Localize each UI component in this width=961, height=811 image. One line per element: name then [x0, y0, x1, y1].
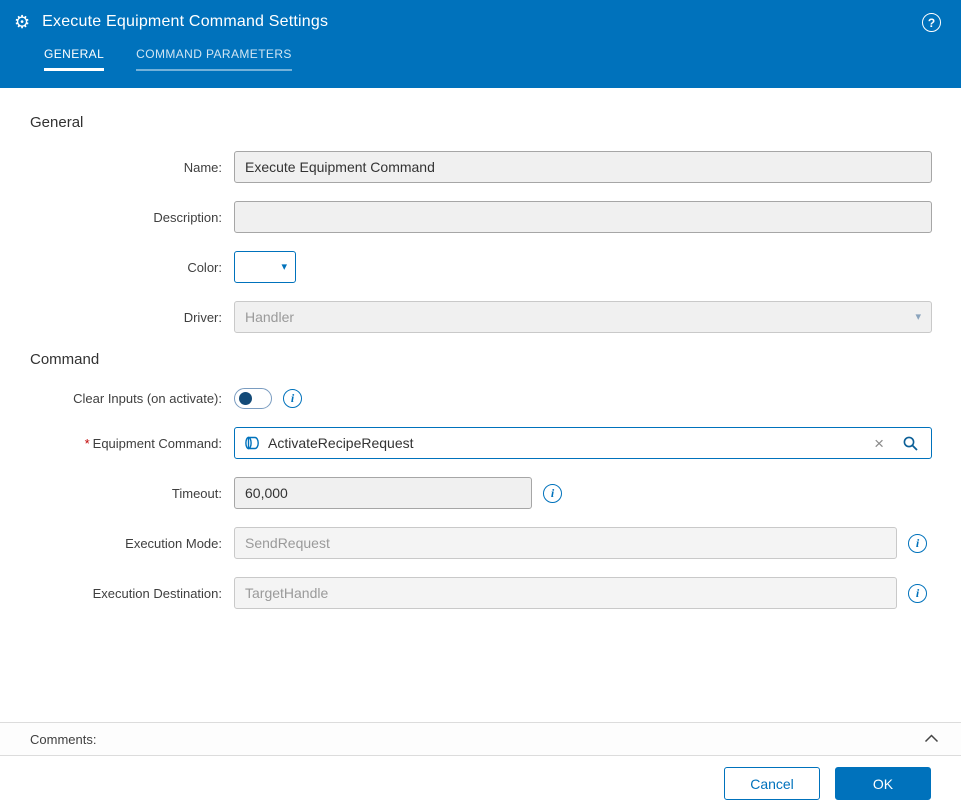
execution-mode-row: Execution Mode: i: [30, 527, 961, 559]
section-heading-general: General: [30, 114, 961, 131]
help-glyph: ?: [928, 16, 935, 30]
info-icon[interactable]: i: [543, 484, 562, 503]
clear-inputs-toggle[interactable]: [234, 388, 272, 409]
clear-icon[interactable]: ×: [864, 435, 894, 452]
comments-label: Comments:: [30, 732, 924, 747]
equipment-command-field[interactable]: ActivateRecipeRequest ×: [234, 427, 932, 459]
driver-row: Driver: Handler ▾: [30, 301, 961, 333]
timeout-input[interactable]: [234, 477, 532, 509]
description-label: Description:: [30, 210, 222, 225]
ok-button[interactable]: OK: [835, 767, 931, 800]
dialog-body: General Name: Description: Color: ▾ Driv…: [0, 88, 961, 609]
info-icon[interactable]: i: [908, 584, 927, 603]
info-icon[interactable]: i: [908, 534, 927, 553]
tab-general[interactable]: GENERAL: [44, 47, 104, 71]
timeout-label: Timeout:: [30, 486, 222, 501]
info-icon[interactable]: i: [283, 389, 302, 408]
comments-bar[interactable]: Comments:: [0, 722, 961, 756]
equipment-command-label: *Equipment Command:: [30, 436, 222, 451]
equipment-icon: [244, 435, 260, 451]
driver-placeholder: Handler: [245, 309, 915, 325]
name-row: Name:: [30, 151, 961, 183]
execution-destination-input[interactable]: [234, 577, 897, 609]
driver-label: Driver:: [30, 310, 222, 325]
execution-mode-input[interactable]: [234, 527, 897, 559]
execution-destination-row: Execution Destination: i: [30, 577, 961, 609]
clear-inputs-label: Clear Inputs (on activate):: [30, 391, 222, 406]
equipment-command-value[interactable]: ActivateRecipeRequest: [268, 435, 864, 451]
color-label: Color:: [30, 260, 222, 275]
section-heading-command: Command: [30, 351, 961, 368]
title-row: ⚙ Execute Equipment Command Settings: [0, 0, 961, 31]
help-icon[interactable]: ?: [922, 13, 941, 32]
tab-bar: GENERAL COMMAND PARAMETERS: [0, 31, 961, 71]
chevron-down-icon: ▾: [281, 262, 287, 273]
color-row: Color: ▾: [30, 251, 961, 283]
search-icon[interactable]: [894, 435, 923, 452]
timeout-row: Timeout: i: [30, 477, 961, 509]
chevron-up-icon[interactable]: [924, 730, 939, 748]
equipment-command-app-icon: ⚙: [14, 13, 30, 31]
name-input[interactable]: [234, 151, 932, 183]
description-row: Description:: [30, 201, 961, 233]
dialog-footer: Cancel OK: [0, 756, 961, 811]
execution-destination-label: Execution Destination:: [30, 586, 222, 601]
execution-mode-label: Execution Mode:: [30, 536, 222, 551]
name-label: Name:: [30, 160, 222, 175]
toggle-knob: [239, 392, 252, 405]
chevron-down-icon: ▾: [915, 312, 921, 323]
color-dropdown[interactable]: ▾: [234, 251, 296, 283]
description-input[interactable]: [234, 201, 932, 233]
clear-inputs-row: Clear Inputs (on activate): i: [30, 388, 961, 409]
dialog-title: Execute Equipment Command Settings: [42, 13, 328, 31]
tab-command-parameters[interactable]: COMMAND PARAMETERS: [136, 47, 292, 71]
required-marker: *: [85, 436, 90, 451]
cancel-button[interactable]: Cancel: [724, 767, 820, 800]
driver-select[interactable]: Handler ▾: [234, 301, 932, 333]
equipment-command-row: *Equipment Command: ActivateRecipeReques…: [30, 427, 961, 459]
dialog-header: ⚙ Execute Equipment Command Settings ? G…: [0, 0, 961, 88]
